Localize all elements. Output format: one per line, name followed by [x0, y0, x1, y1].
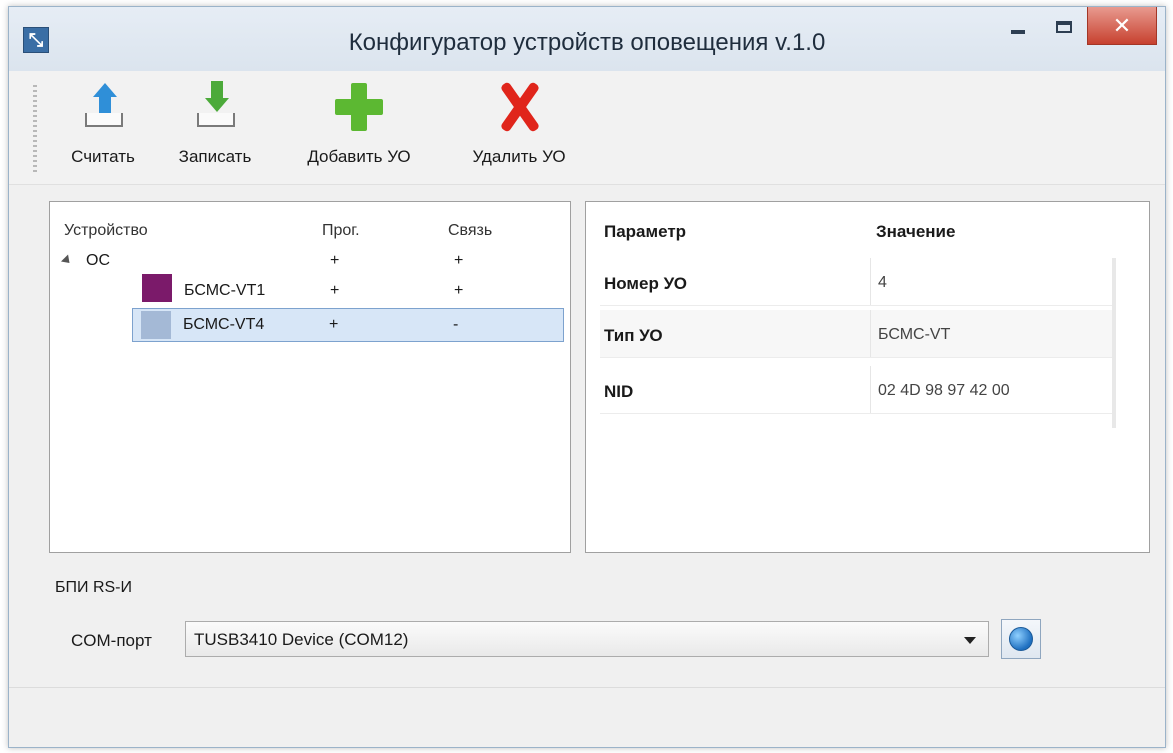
column-header-link[interactable]: Связь: [448, 222, 492, 240]
device-tree[interactable]: Устройство Прог. Связь ОС + + БСМС-VT1 +…: [49, 201, 571, 553]
tree-node-prog: +: [330, 282, 340, 299]
refresh-ports-button[interactable]: [1001, 619, 1041, 659]
close-button[interactable]: ✕: [1087, 7, 1157, 45]
device-color-swatch: [141, 311, 171, 339]
tree-node-link: -: [453, 316, 459, 333]
property-value[interactable]: 4: [878, 274, 887, 292]
read-icon: [79, 79, 127, 135]
property-value[interactable]: БСМС-VT: [878, 326, 950, 344]
property-name: Номер УО: [604, 274, 687, 293]
window-title: Конфигуратор устройств оповещения v.1.0: [348, 29, 826, 56]
tree-node-link: +: [454, 282, 464, 299]
write-button[interactable]: Записать: [165, 79, 265, 179]
toolbar-grip[interactable]: [33, 85, 37, 175]
com-port-value: TUSB3410 Device (COM12): [194, 630, 409, 649]
properties-grid[interactable]: Параметр Значение Номер УО 4 Тип УО БСМС…: [585, 201, 1150, 553]
property-name: Тип УО: [604, 326, 663, 345]
minimize-icon: [1011, 30, 1025, 34]
tree-node-link: +: [454, 252, 464, 269]
minimize-button[interactable]: [997, 7, 1039, 47]
delete-device-button[interactable]: Удалить УО: [449, 79, 589, 179]
property-row[interactable]: Номер УО 4: [600, 258, 1114, 306]
read-button[interactable]: Считать: [53, 79, 153, 179]
column-header-value[interactable]: Значение: [876, 222, 955, 242]
close-icon: ✕: [1112, 12, 1132, 38]
property-name: NID: [604, 382, 634, 401]
read-button-label: Считать: [71, 147, 135, 166]
app-window: ⤡ Конфигуратор устройств оповещения v.1.…: [8, 6, 1166, 748]
tree-node-prog: +: [329, 316, 339, 333]
globe-icon: [1009, 627, 1033, 651]
tree-node-prog: +: [330, 252, 340, 269]
write-icon: [191, 79, 239, 135]
com-port-label: COM-порт: [71, 631, 152, 650]
column-header-device[interactable]: Устройство: [64, 222, 148, 240]
device-color-swatch: [142, 274, 172, 302]
plus-icon: [335, 79, 383, 135]
delete-icon: [495, 79, 543, 135]
property-value[interactable]: 02 4D 98 97 42 00: [878, 382, 1010, 400]
delete-device-label: Удалить УО: [472, 147, 566, 166]
write-button-label: Записать: [178, 147, 252, 166]
maximize-icon: [1056, 21, 1072, 33]
tree-node-device[interactable]: БСМС-VT1 + +: [50, 272, 570, 302]
tree-node-label: БСМС-VT4: [183, 316, 265, 333]
com-port-select[interactable]: TUSB3410 Device (COM12): [185, 621, 989, 657]
toolbar: Считать Записать Добавить УО Удалить УО: [9, 71, 1165, 185]
title-bar[interactable]: ⤡ Конфигуратор устройств оповещения v.1.…: [9, 7, 1165, 71]
property-row[interactable]: Тип УО БСМС-VT: [600, 310, 1114, 358]
tree-node-label: БСМС-VT1: [184, 282, 266, 299]
properties-scrollbar[interactable]: [1112, 258, 1116, 428]
expand-arrow-icon[interactable]: [60, 254, 74, 267]
tree-node-device-selected[interactable]: БСМС-VT4 + -: [132, 308, 564, 342]
tree-node-label: ОС: [86, 252, 110, 269]
chevron-down-icon[interactable]: [964, 637, 976, 644]
maximize-button[interactable]: [1043, 7, 1085, 47]
port-group-label: БПИ RS-И: [55, 579, 132, 596]
column-header-prog[interactable]: Прог.: [322, 222, 360, 240]
add-device-button[interactable]: Добавить УО: [289, 79, 429, 179]
add-device-label: Добавить УО: [307, 147, 411, 166]
status-divider: [9, 687, 1165, 688]
column-header-param[interactable]: Параметр: [604, 222, 686, 242]
property-row[interactable]: NID 02 4D 98 97 42 00: [600, 366, 1114, 414]
